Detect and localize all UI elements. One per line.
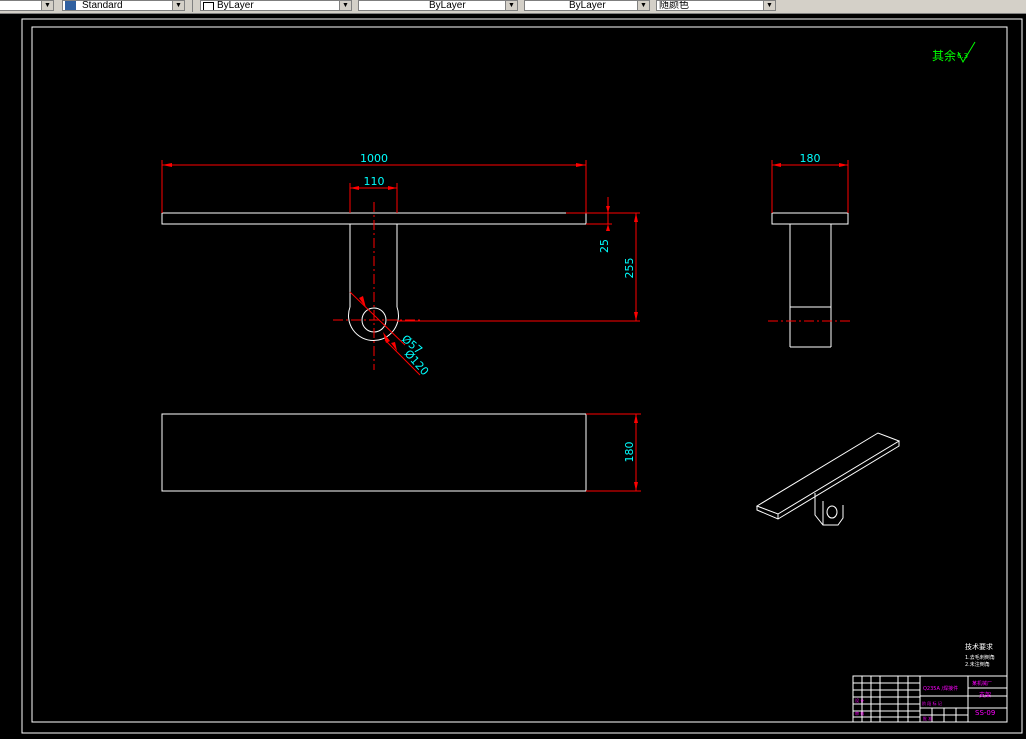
plotstyle-value: 随颜色 <box>659 0 689 11</box>
dim-text-180-top: 180 <box>800 152 821 165</box>
chevron-down-icon[interactable]: ▼ <box>763 1 775 10</box>
side-view: 180 <box>768 152 853 348</box>
title-part-name: 支架 <box>979 691 991 699</box>
cad-drawing: 其余 6.3 1000 110 25 255 Ø57 Ø120 180 180 … <box>21 18 1023 734</box>
dim-text-255: 255 <box>623 258 636 279</box>
title-company: 某机械厂 <box>972 680 992 687</box>
linetype-value: ByLayer <box>429 0 466 11</box>
dim-style-icon <box>65 1 76 10</box>
plotstyle-combo[interactable]: 随颜色 ▼ <box>656 0 776 11</box>
tech-req-line1: 1.去毛刺倒角 <box>965 654 995 661</box>
toolbar-separator <box>192 0 193 12</box>
linetype-combo[interactable]: ByLayer ▼ <box>358 0 518 11</box>
title-block: Q235A /焊接件 某机械厂 支架 SS-09 阶 段 标 记 设 计 审 核… <box>852 675 1008 723</box>
dimension-25-255: 25 255 <box>397 197 640 322</box>
lineweight-value: ByLayer <box>569 0 606 11</box>
roughness-symbol: 其余 6.3 <box>932 41 976 64</box>
layer-combo[interactable]: ByLayer ▼ <box>200 0 352 11</box>
plate-top <box>161 413 587 492</box>
text-style-combo[interactable]: ▼ <box>0 0 54 11</box>
technical-requirements: 技术要求 1.去毛刺倒角 2.未注倒角 <box>965 642 995 668</box>
chevron-down-icon[interactable]: ▼ <box>339 1 351 10</box>
layer-value: ByLayer <box>217 0 254 11</box>
tech-req-line2: 2.未注倒角 <box>965 661 990 668</box>
title-review-row: 审 核 <box>855 710 864 716</box>
color-swatch-icon <box>203 2 214 10</box>
outer-border <box>21 18 1023 734</box>
dim-text-25: 25 <box>598 239 611 253</box>
title-approve-row: 批 准 <box>923 715 932 721</box>
diameter-dimensions: Ø57 Ø120 <box>349 291 432 378</box>
tech-req-title: 技术要求 <box>965 642 993 651</box>
chevron-down-icon[interactable]: ▼ <box>172 1 184 10</box>
title-design-row: 设 计 <box>855 697 864 703</box>
dim-style-value: Standard <box>82 0 123 11</box>
lineweight-combo[interactable]: ByLayer ▼ <box>524 0 650 11</box>
dim-text-d120: Ø120 <box>402 347 432 378</box>
inner-frame <box>31 26 1008 723</box>
dim-text-180-bottom: 180 <box>623 442 636 463</box>
top-view: 180 <box>161 413 641 492</box>
chevron-down-icon[interactable]: ▼ <box>41 1 53 10</box>
dim-text-110: 110 <box>364 175 385 188</box>
title-drawing-no: SS-09 <box>975 709 995 717</box>
isometric-view <box>755 432 901 526</box>
chevron-down-icon[interactable]: ▼ <box>637 1 649 10</box>
plate-side <box>771 212 849 225</box>
chevron-down-icon[interactable]: ▼ <box>505 1 517 10</box>
dim-text-1000: 1000 <box>360 152 388 165</box>
title-stage-label: 阶 段 标 记 <box>922 700 942 706</box>
drawing-canvas[interactable]: 其余 6.3 1000 110 25 255 Ø57 Ø120 180 180 … <box>0 14 1026 735</box>
roughness-note: 其余 <box>932 48 956 63</box>
front-view <box>161 202 587 370</box>
title-material: Q235A /焊接件 <box>923 685 958 692</box>
properties-toolbar: ▼ Standard ▼ ByLayer ▼ ByLayer ▼ ByLayer ▼ 随… <box>0 0 1026 14</box>
dim-style-combo[interactable]: Standard ▼ <box>62 0 185 11</box>
